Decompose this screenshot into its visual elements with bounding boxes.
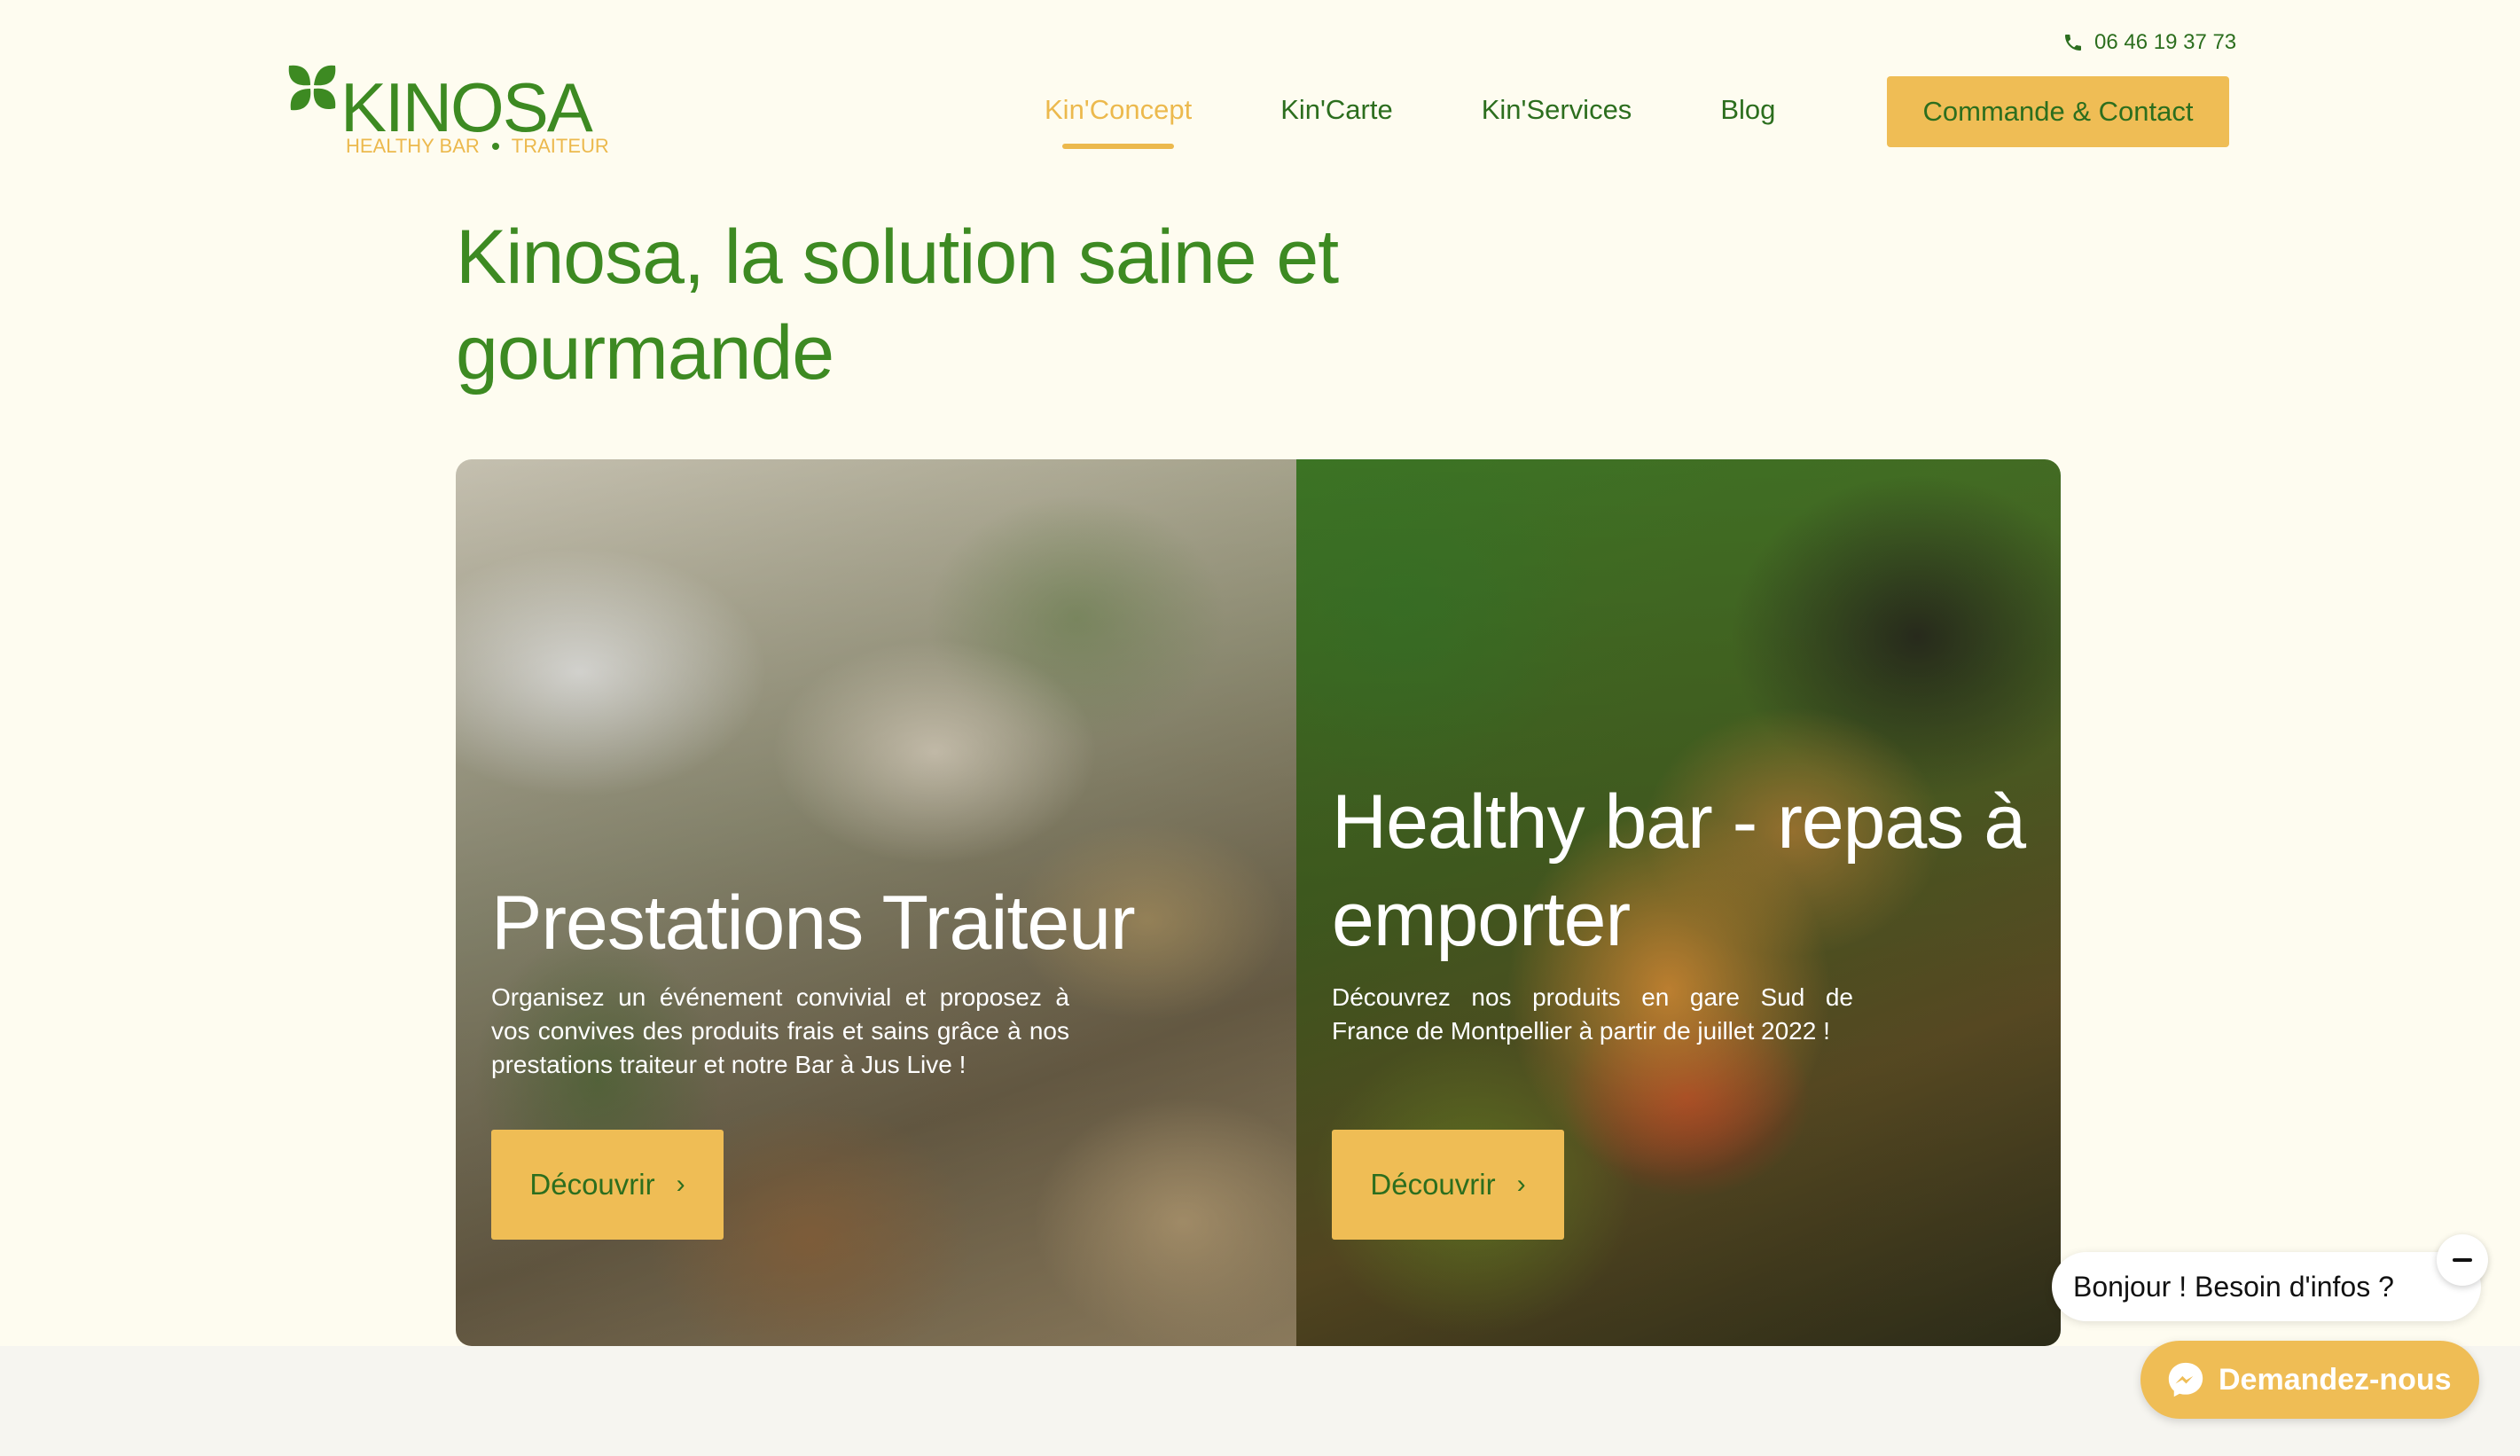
nav-item-blog[interactable]: Blog (1720, 94, 1775, 126)
page-title: Kinosa, la solution saine et gourmande (456, 215, 1339, 395)
card-description: Organisez un événement convivial et prop… (491, 983, 1069, 1078)
chevron-right-icon: › (1516, 1170, 1526, 1199)
chat-close-button[interactable] (2437, 1234, 2488, 1286)
discover-button[interactable]: Découvrir › (1332, 1130, 1564, 1240)
clover-logo-icon (288, 65, 336, 111)
nav-item-kin-carte[interactable]: Kin'Carte (1280, 94, 1393, 126)
card-catering: Prestations Traiteur Organisez un événem… (456, 459, 1296, 1346)
page: 06 46 19 37 73 KINOSA HEALTHY BAR TRAITE… (0, 0, 2520, 1456)
phone-contact[interactable]: 06 46 19 37 73 (2062, 30, 2236, 55)
tagline-healthy-bar: HEALTHY BAR (346, 135, 480, 157)
chat-open-button[interactable]: Demandez-nous (2140, 1341, 2479, 1419)
discover-label: Découvrir (529, 1168, 655, 1201)
tagline-traiteur: TRAITEUR (511, 135, 609, 157)
tagline-dot (491, 143, 499, 150)
order-contact-button[interactable]: Commande & Contact (1887, 76, 2229, 147)
chevron-right-icon: › (676, 1170, 685, 1199)
logo-tagline: HEALTHY BAR TRAITEUR (346, 135, 609, 158)
chat-button-label: Demandez-nous (2219, 1362, 2452, 1397)
discover-label: Découvrir (1370, 1168, 1496, 1201)
minus-icon (2453, 1258, 2472, 1262)
next-section-band (0, 1346, 2520, 1456)
card-title: Healthy bar - repas à emporter (1332, 779, 2026, 962)
logo[interactable]: KINOSA HEALTHY BAR TRAITEUR (286, 59, 622, 158)
nav-item-kin-concept[interactable]: Kin'Concept (1045, 94, 1192, 149)
phone-number: 06 46 19 37 73 (2094, 30, 2237, 54)
nav-item-kin-services[interactable]: Kin'Services (1482, 94, 1632, 126)
phone-icon (2065, 35, 2081, 51)
discover-button[interactable]: Découvrir › (491, 1130, 724, 1240)
logo-wordmark: KINOSA (340, 68, 593, 146)
chat-greeting: Bonjour ! Besoin d'infos ? (2073, 1270, 2394, 1303)
card-healthy-bar: Healthy bar - repas à emporter Découvrez… (1296, 459, 2061, 1346)
card-title: Prestations Traiteur (491, 881, 1136, 966)
messenger-icon (2168, 1362, 2203, 1397)
card-description: Découvrez nos produits en gare Sud de Fr… (1332, 983, 1853, 1045)
chat-greeting-bubble[interactable]: Bonjour ! Besoin d'infos ? (2052, 1252, 2481, 1321)
main-nav: Kin'Concept Kin'Carte Kin'Services Blog (1045, 94, 1775, 149)
